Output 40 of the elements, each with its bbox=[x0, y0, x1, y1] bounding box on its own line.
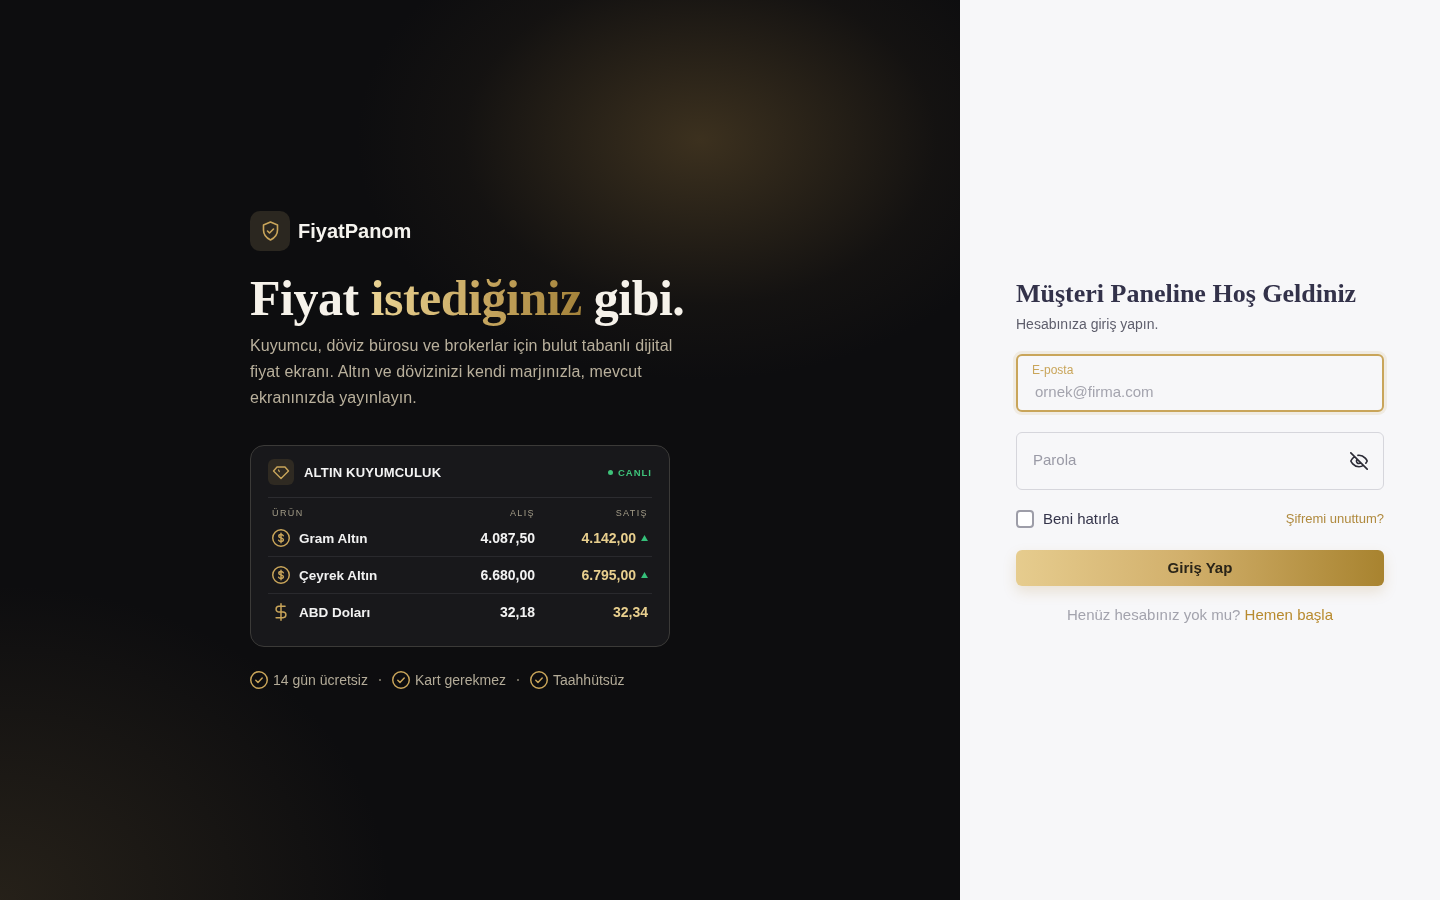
feature-text: 14 gün ücretsiz bbox=[273, 672, 368, 688]
gem-icon bbox=[268, 459, 294, 485]
card-title: ALTIN KUYUMCULUK bbox=[304, 464, 442, 480]
signup-prompt: Henüz hesabınız yok mu? Hemen başla bbox=[1066, 605, 1334, 623]
sell-price: 6.795,00 bbox=[581, 567, 636, 583]
headline: Fiyat istediğiniz gibi. bbox=[250, 269, 685, 328]
coin-icon bbox=[272, 529, 290, 547]
product-name: ABD Doları bbox=[299, 604, 371, 620]
product-name: Gram Altın bbox=[299, 530, 368, 546]
field-label: E-posta bbox=[1032, 362, 1074, 377]
login-button[interactable]: Giriş Yap bbox=[1016, 549, 1384, 586]
signup-link[interactable]: Hemen başla bbox=[1244, 605, 1333, 623]
coin-icon bbox=[272, 566, 290, 584]
sell-price: 4.142,00 bbox=[581, 530, 636, 546]
forgot-password-link[interactable]: Şifremi unuttum? bbox=[1285, 511, 1384, 526]
buy-price: 32,18 bbox=[499, 604, 535, 620]
column-header: SATIŞ bbox=[615, 508, 648, 518]
check-circle-icon bbox=[530, 671, 548, 689]
check-circle-icon bbox=[250, 671, 268, 689]
feature-text: Taahhütsüz bbox=[553, 672, 625, 688]
remember-label: Beni hatırla bbox=[1043, 510, 1119, 527]
sell-price: 32,34 bbox=[612, 604, 648, 620]
hero-description: Kuyumcu, döviz bürosu ve brokerlar için bulut tabanlı dijital fiyat ekranı. Altın ve dövizinizi kendi marjınızla, mevcut ekranınızda yayınlayın. bbox=[250, 336, 674, 408]
check-circle-icon bbox=[391, 671, 410, 689]
status-dot-icon bbox=[607, 469, 613, 475]
shield-check-icon bbox=[261, 221, 279, 241]
dollar-sign-icon bbox=[275, 603, 287, 621]
feature-text: Kart gerekmez bbox=[414, 672, 506, 688]
brand-name: FiyatPanom bbox=[298, 219, 412, 243]
login-title: Müşteri Paneline Hoş Geldiniz bbox=[1016, 277, 1357, 310]
product-name: Çeyrek Altın bbox=[299, 567, 378, 583]
eye-slash-icon[interactable] bbox=[1350, 451, 1368, 470]
login-subtitle: Hesabınıza giriş yapın. bbox=[1016, 315, 1160, 332]
column-header: ALIŞ bbox=[509, 508, 535, 518]
live-status: CANLI bbox=[617, 466, 652, 478]
buy-price: 4.087,50 bbox=[480, 530, 535, 546]
remember-checkbox[interactable] bbox=[1016, 509, 1034, 528]
password-field[interactable]: Parola bbox=[1016, 431, 1384, 490]
column-header: ÜRÜN bbox=[272, 508, 304, 518]
buy-price: 6.680,00 bbox=[480, 567, 535, 583]
